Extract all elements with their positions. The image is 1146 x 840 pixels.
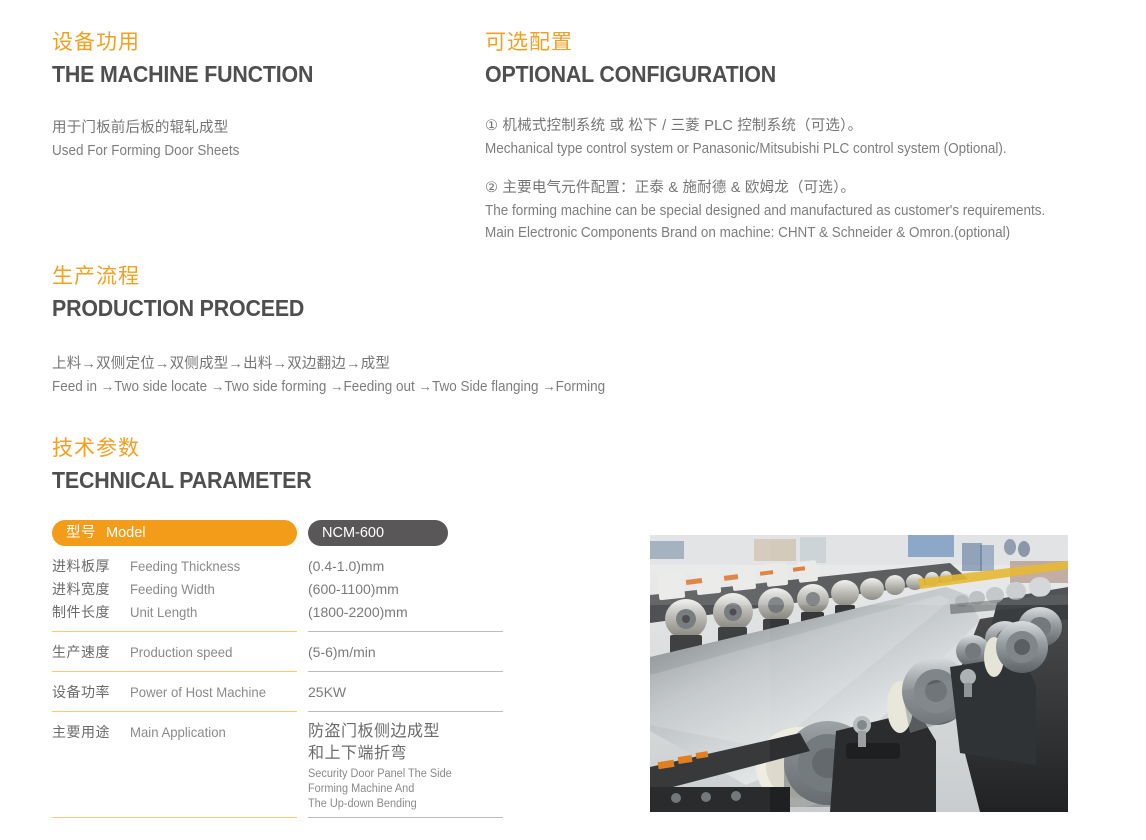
production-flow: 上料→双侧定位→双侧成型→出料→双边翻边→成型 Feed in →Two sid… [52, 353, 812, 398]
production-flow-en: Feed in →Two side locate →Two side formi… [52, 378, 606, 395]
application-value-en-line1: Security Door Panel The Side [308, 768, 452, 781]
application-value-en-line2: Forming Machine And [308, 783, 415, 796]
row-label-cn: 设备功率 [52, 684, 110, 700]
table-row: 主要用途 Main Application 防盗门板侧边成型 和上下端折弯 Se… [52, 711, 507, 817]
production-proceed-title-en: PRODUCTION PROCEED [52, 295, 305, 322]
model-value-badge: NCM-600 [308, 520, 448, 546]
machine-function-section: 设备功用 THE MACHINE FUNCTION 用于门板前后板的辊轧成型 U… [52, 31, 472, 162]
table-cell-label: 进料宽度 Feeding Width [52, 577, 297, 600]
production-flow-cn: 上料→双侧定位→双侧成型→出料→双边翻边→成型 [52, 356, 391, 373]
optional-configuration-item2-en-line1: The forming machine can be special desig… [485, 202, 1046, 219]
table-row: 进料板厚 Feeding Thickness 进料宽度 Feeding Widt… [52, 546, 507, 631]
table-cell-value: (1800-2200)mm [308, 604, 408, 620]
table-row: 生产速度 Production speed (5-6)m/min [52, 631, 507, 671]
optional-configuration-title-cn: 可选配置 [485, 31, 573, 54]
row-label-en: Main Application [130, 724, 226, 740]
table-cell-value: (600-1100)mm [308, 581, 399, 597]
table-row-label-group-4: 主要用途 Main Application [52, 711, 297, 817]
row-label-cn: 生产速度 [52, 644, 110, 660]
row-label-en: Power of Host Machine [130, 684, 267, 700]
optional-configuration-item2-cn: ② 主要电气元件配置：正泰 & 施耐德 & 欧姆龙（可选）。 [485, 180, 856, 197]
row-label-en: Production speed [130, 644, 233, 660]
machine-function-title-en: THE MACHINE FUNCTION [52, 61, 314, 88]
table-row-value-group-1: (0.4-1.0)mm (600-1100)mm (1800-2200)mm [308, 546, 503, 623]
optional-configuration-title-en: OPTIONAL CONFIGURATION [485, 61, 777, 88]
table-header-value-cell: NCM-600 [308, 520, 503, 546]
row-label-en: Unit Length [130, 604, 198, 620]
application-value-en: Security Door Panel The Side Forming Mac… [308, 767, 493, 812]
model-label-cn: 型号 [66, 525, 96, 541]
application-value-cn-line2: 和上下端折弯 [308, 744, 408, 762]
table-row-label-group-2: 生产速度 Production speed [52, 631, 297, 663]
technical-parameter-section: 技术参数 TECHNICAL PARAMETER [52, 437, 522, 494]
machine-function-desc-cn: 用于门板前后板的辊轧成型 [52, 120, 229, 137]
table-row-label-group-3: 设备功率 Power of Host Machine [52, 671, 297, 703]
table-cell-value: (0.4-1.0)mm [308, 558, 385, 574]
table-cell-value: 防盗门板侧边成型 和上下端折弯 Security Door Panel The … [308, 712, 503, 812]
row-label-en: Feeding Thickness [130, 558, 241, 574]
optional-configuration-item1-cn: ① 机械式控制系统 或 松下 / 三菱 PLC 控制系统（可选）。 [485, 118, 863, 135]
application-value-cn-line1: 防盗门板侧边成型 [308, 723, 441, 740]
optional-configuration-item2-en-line2: Main Electronic Components Brand on mach… [485, 225, 1011, 242]
table-cell-label: 制件长度 Unit Length [52, 600, 297, 623]
row-label-cn: 进料板厚 [52, 558, 110, 574]
table-header-row: 型号 Model NCM-600 [52, 520, 507, 546]
table-cell-label: 生产速度 Production speed [52, 632, 297, 663]
table-bottom-rule-left [52, 817, 297, 818]
table-header-label-cell: 型号 Model [52, 520, 297, 546]
table-cell-label: 设备功率 Power of Host Machine [52, 672, 297, 703]
table-cell-label: 主要用途 Main Application [52, 712, 297, 743]
machine-function-description: 用于门板前后板的辊轧成型 Used For Forming Door Sheet… [52, 117, 472, 162]
machine-photo [650, 535, 1068, 812]
production-proceed-section: 生产流程 PRODUCTION PROCEED 上料→双侧定位→双侧成型→出料→… [52, 265, 812, 398]
row-label-cn: 制件长度 [52, 604, 110, 620]
row-label-cn: 进料宽度 [52, 581, 110, 597]
technical-parameter-title-en: TECHNICAL PARAMETER [52, 467, 312, 494]
table-row-value-group-4: 防盗门板侧边成型 和上下端折弯 Security Door Panel The … [308, 711, 503, 817]
table-row: 设备功率 Power of Host Machine 25KW [52, 671, 507, 711]
row-label-cn: 主要用途 [52, 724, 110, 740]
row-label-en: Feeding Width [130, 581, 215, 597]
optional-configuration-item-2: ② 主要电气元件配置：正泰 & 施耐德 & 欧姆龙（可选）。 The formi… [485, 177, 1125, 244]
machine-photo-illustration [650, 535, 1068, 812]
table-row-value-group-3: 25KW [308, 671, 503, 703]
model-label-badge: 型号 Model [52, 520, 297, 546]
specification-table: 型号 Model NCM-600 进料板厚 Feeding Thickness 进… [52, 520, 507, 818]
optional-configuration-section: 可选配置 OPTIONAL CONFIGURATION ① 机械式控制系统 或 … [485, 31, 1125, 245]
table-cell-value: (5-6)m/min [308, 644, 376, 660]
table-row-label-group-1: 进料板厚 Feeding Thickness 进料宽度 Feeding Widt… [52, 546, 297, 623]
table-cell-label: 进料板厚 Feeding Thickness [52, 546, 297, 577]
optional-configuration-item1-en: Mechanical type control system or Panaso… [485, 140, 1007, 157]
table-bottom-rule-row [52, 817, 507, 818]
model-label-en: Model [106, 525, 146, 541]
table-bottom-rule-right [308, 817, 503, 818]
machine-function-title-cn: 设备功用 [52, 31, 140, 54]
optional-configuration-item-1: ① 机械式控制系统 或 松下 / 三菱 PLC 控制系统（可选）。 Mechan… [485, 115, 1125, 160]
machine-function-desc-en: Used For Forming Door Sheets [52, 142, 240, 159]
application-value-en-line3: The Up-down Bending [308, 798, 417, 811]
table-cell-value: 25KW [308, 684, 347, 700]
table-row-value-group-2: (5-6)m/min [308, 631, 503, 663]
production-proceed-title-cn: 生产流程 [52, 265, 140, 288]
technical-parameter-title-cn: 技术参数 [52, 437, 140, 460]
